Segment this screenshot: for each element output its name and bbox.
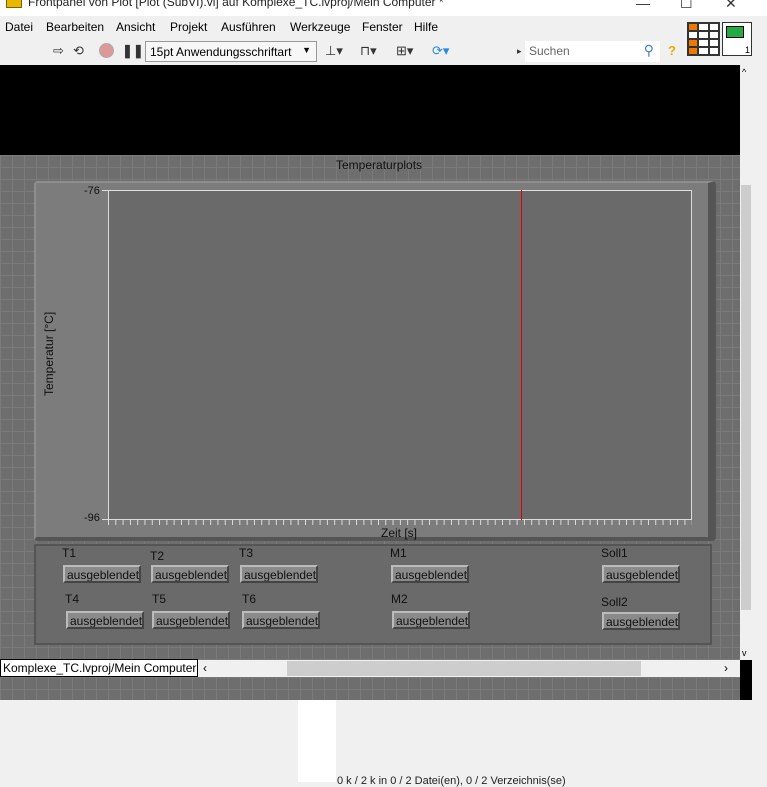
visibility-button-t3[interactable]: ausgeblendet — [240, 565, 318, 583]
title-bar: Frontpanel von Plot [Plot (SubVI).vi] au… — [0, 0, 767, 16]
reorder-icon[interactable]: ⟳▾ — [432, 43, 449, 59]
y-tick-min[interactable]: -96 — [84, 512, 100, 524]
x-axis-ticks — [108, 520, 692, 525]
scroll-right-icon[interactable]: › — [724, 661, 728, 675]
legend-label-t1: T1 — [62, 546, 77, 560]
y-tick-max[interactable]: -76 — [84, 185, 100, 197]
search-icon[interactable]: ⚲ — [644, 42, 654, 59]
y-axis-label: Temperatur [°C] — [42, 311, 56, 396]
close-button[interactable]: ✕ — [725, 0, 737, 12]
labview-logo-icon — [6, 0, 22, 8]
run-arrow-icon[interactable]: ⇨ — [53, 43, 64, 59]
cursor-line[interactable] — [521, 190, 522, 520]
legend-label-soll2: Soll2 — [601, 595, 628, 609]
legend-label-soll1: Soll1 — [601, 546, 628, 560]
menu-datei[interactable]: Datei — [5, 20, 33, 34]
legend-label-m2: M2 — [391, 592, 408, 606]
run-continuously-icon[interactable]: ⟲ — [73, 43, 84, 59]
front-panel-lower — [0, 677, 740, 700]
font-select-value: 15pt Anwendungsschriftart — [150, 45, 292, 59]
black-decoration — [0, 65, 740, 155]
legend-label-t3: T3 — [239, 546, 254, 560]
y-tick-mark — [102, 190, 108, 191]
legend-label-t4: T4 — [65, 592, 80, 606]
menu-hilfe[interactable]: Hilfe — [414, 20, 438, 34]
distribute-objects-icon[interactable]: ⊓▾ — [360, 43, 377, 59]
help-icon[interactable]: ? — [668, 43, 676, 58]
search-input[interactable]: Suchen ⚲ — [525, 41, 660, 62]
background-status-text: 0 k / 2 k in 0 / 2 Datei(en), 0 / 2 Verz… — [337, 775, 566, 787]
visibility-button-m1[interactable]: ausgeblendet — [391, 565, 469, 583]
visibility-button-t2[interactable]: ausgeblendet — [151, 565, 229, 583]
scroll-up-icon[interactable]: ^ — [742, 67, 746, 77]
horizontal-scroll-thumb[interactable] — [287, 661, 641, 676]
visibility-button-t6[interactable]: ausgeblendet — [242, 611, 320, 629]
visibility-button-soll1[interactable]: ausgeblendet — [602, 565, 680, 583]
vi-icon[interactable]: 1 — [722, 22, 752, 56]
connector-pane-icon[interactable] — [687, 22, 720, 56]
scroll-left-icon[interactable]: ‹ — [203, 661, 207, 675]
visibility-button-m2[interactable]: ausgeblendet — [392, 611, 470, 629]
abort-icon[interactable] — [99, 43, 114, 58]
resize-objects-icon[interactable]: ⊞▾ — [396, 43, 413, 59]
menu-werkzeuge[interactable]: Werkzeuge — [290, 20, 350, 34]
visibility-button-t1[interactable]: ausgeblendet — [63, 565, 141, 583]
menu-fenster[interactable]: Fenster — [362, 20, 403, 34]
legend-label-t6: T6 — [242, 592, 257, 606]
align-objects-icon[interactable]: ⊥▾ — [325, 43, 343, 59]
resize-grip[interactable] — [740, 660, 752, 700]
chevron-down-icon: ▼ — [302, 45, 311, 55]
maximize-button[interactable]: ☐ — [680, 0, 693, 12]
background-window — [298, 700, 336, 782]
visibility-button-soll2[interactable]: ausgeblendet — [602, 612, 680, 630]
search-placeholder: Suchen — [529, 44, 570, 58]
window-title: Frontpanel von Plot [Plot (SubVI).vi] au… — [28, 0, 444, 9]
search-expand-icon[interactable]: ▸ — [517, 46, 522, 57]
toolbar: ⇨ ⟲ ❚❚ 15pt Anwendungsschriftart ▼ ⊥▾ ⊓▾ … — [0, 38, 752, 65]
visibility-button-t4[interactable]: ausgeblendet — [66, 611, 144, 629]
menu-bar: Datei Bearbeiten Ansicht Projekt Ausführ… — [0, 16, 752, 38]
minimize-button[interactable]: — — [636, 0, 650, 11]
vertical-scroll-thumb[interactable] — [741, 185, 751, 610]
font-select[interactable]: 15pt Anwendungsschriftart ▼ — [145, 41, 317, 62]
vi-icon-number: 1 — [744, 45, 750, 55]
scroll-down-icon[interactable]: v — [742, 648, 747, 658]
menu-bearbeiten[interactable]: Bearbeiten — [46, 20, 104, 34]
menu-projekt[interactable]: Projekt — [170, 20, 207, 34]
legend-label-m1: M1 — [390, 546, 407, 560]
x-axis-label: Zeit [s] — [381, 526, 418, 540]
graph-title: Temperaturplots — [336, 158, 423, 172]
visibility-button-t5[interactable]: ausgeblendet — [152, 611, 230, 629]
pause-icon[interactable]: ❚❚ — [122, 43, 144, 59]
plot-area[interactable] — [108, 190, 692, 520]
menu-ansicht[interactable]: Ansicht — [116, 20, 155, 34]
legend-label-t5: T5 — [152, 592, 167, 606]
project-path[interactable]: Komplexe_TC.lvproj/Mein Computer — [0, 659, 198, 677]
menu-ausfuehren[interactable]: Ausführen — [221, 20, 276, 34]
legend-label-t2: T2 — [150, 549, 165, 563]
